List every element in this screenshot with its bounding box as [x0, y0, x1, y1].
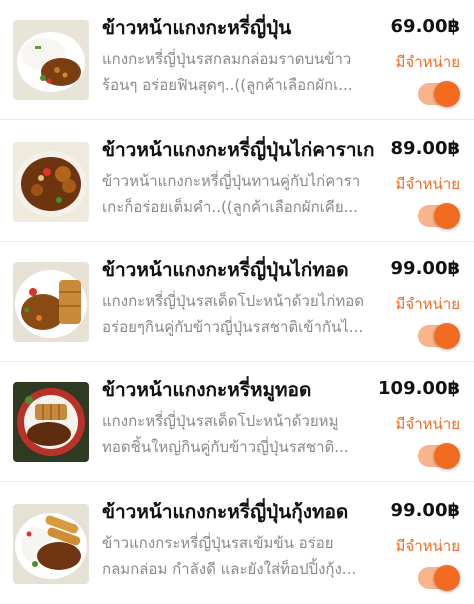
toggle-knob: [434, 565, 460, 591]
toggle-knob: [434, 443, 460, 469]
curry-rice-dish-image: [13, 20, 89, 100]
item-price: 69.00฿: [390, 16, 460, 37]
menu-item-row[interactable]: ข้าวหน้าแกงกะหรี่ญี่ปุ่นกุ้งทอด ข้าวแกงก…: [0, 484, 474, 604]
item-price: 89.00฿: [390, 138, 460, 159]
availability-status: มีจำหน่าย: [395, 415, 460, 433]
menu-item-row[interactable]: ข้าวหน้าแกงกะหรี่หมูทอด แกงกะหรี่ญี่ปุ่น…: [0, 362, 474, 482]
item-description: แกงกะหรี่ญี่ปุ่นรสเด็ดโปะหน้าด้วยไก่ทอด …: [102, 292, 364, 336]
item-price: 99.00฿: [390, 258, 460, 279]
menu-item-row[interactable]: ข้าวหน้าแกงกะหรี่ญี่ปุ่น แกงกะหรี่ญี่ปุ่…: [0, 0, 474, 120]
pork-cutlet-curry-dish-image: [13, 382, 89, 462]
item-name: ข้าวหน้าแกงกะหรี่ญี่ปุ่นไก่คาราเกะ: [102, 139, 374, 161]
item-name: ข้าวหน้าแกงกะหรี่ญี่ปุ่นไก่ทอด: [102, 259, 349, 281]
toggle-knob: [434, 203, 460, 229]
menu-list: ข้าวหน้าแกงกะหรี่ญี่ปุ่น แกงกะหรี่ญี่ปุ่…: [0, 0, 474, 604]
item-description: แกงกะหรี่ญี่ปุ่นรสกลมกล่อมราดบนข้าว ร้อน…: [102, 50, 353, 94]
availability-toggle[interactable]: [418, 443, 460, 469]
availability-toggle[interactable]: [418, 81, 460, 107]
availability-status: มีจำหน่าย: [395, 295, 460, 313]
fried-shrimp-curry-dish-image: [13, 504, 89, 584]
fried-chicken-curry-dish-image: [13, 262, 89, 342]
menu-item-row[interactable]: ข้าวหน้าแกงกะหรี่ญี่ปุ่นไก่ทอด แกงกะหรี่…: [0, 242, 474, 362]
item-description: แกงกะหรี่ญี่ปุ่นรสเด็ดโปะหน้าด้วยหมู ทอด…: [102, 412, 349, 456]
item-name: ข้าวหน้าแกงกะหรี่หมูทอด: [102, 379, 312, 401]
item-description: ข้าวหน้าแกงกะหรี่ญี่ปุ่นทานคู่กับไก่คารา…: [102, 172, 361, 216]
karaage-curry-dish-image: [13, 142, 89, 222]
availability-status: มีจำหน่าย: [395, 175, 460, 193]
item-price: 99.00฿: [390, 500, 460, 521]
item-name: ข้าวหน้าแกงกะหรี่ญี่ปุ่น: [102, 17, 292, 39]
availability-toggle[interactable]: [418, 203, 460, 229]
item-name: ข้าวหน้าแกงกะหรี่ญี่ปุ่นกุ้งทอด: [102, 501, 349, 523]
availability-status: มีจำหน่าย: [395, 53, 460, 71]
toggle-knob: [434, 323, 460, 349]
toggle-knob: [434, 81, 460, 107]
availability-toggle[interactable]: [418, 565, 460, 591]
availability-toggle[interactable]: [418, 323, 460, 349]
item-price: 109.00฿: [378, 378, 460, 399]
availability-status: มีจำหน่าย: [395, 537, 460, 555]
item-description: ข้าวแกงกระหรี่ญี่ปุ่นรสเข้มข้น อร่อย กลม…: [102, 534, 357, 578]
menu-item-row[interactable]: ข้าวหน้าแกงกะหรี่ญี่ปุ่นไก่คาราเกะ ข้าวห…: [0, 122, 474, 242]
